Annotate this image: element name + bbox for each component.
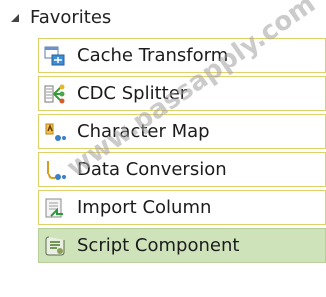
character-map-icon [43,120,67,144]
item-label: CDC Splitter [77,83,188,104]
script-component-icon [43,234,67,258]
item-label: Data Conversion [77,159,227,180]
toolbox-item-character-map[interactable]: Character Map [38,114,326,149]
favorites-group-header[interactable]: Favorites [10,4,111,30]
import-column-icon [43,196,67,220]
group-title: Favorites [30,6,112,28]
item-label: Import Column [77,197,212,218]
cdc-splitter-icon [43,82,67,106]
item-label: Script Component [77,235,240,256]
toolbox-item-data-conversion[interactable]: Data Conversion [38,152,326,187]
cache-transform-icon [43,44,67,68]
data-conversion-icon [43,158,67,182]
triangle-expanded-icon[interactable] [10,8,20,27]
toolbox-item-script-component[interactable]: Script Component [38,228,326,263]
toolbox-item-cache-transform[interactable]: Cache Transform [38,38,326,73]
item-label: Cache Transform [77,45,229,66]
toolbox-item-list: Cache Transform CDC Splitter Character M [38,38,326,266]
toolbox-item-import-column[interactable]: Import Column [38,190,326,225]
toolbox-item-cdc-splitter[interactable]: CDC Splitter [38,76,326,111]
item-label: Character Map [77,121,210,142]
